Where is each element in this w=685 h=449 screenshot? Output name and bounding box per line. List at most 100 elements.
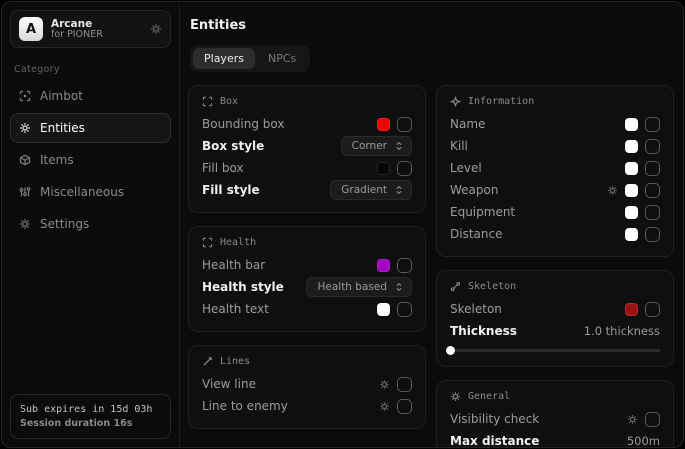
information-panel: Information Name Kill [436, 85, 674, 257]
sidebar-item-items[interactable]: Items [10, 145, 171, 175]
line-to-enemy-checkbox[interactable] [397, 399, 412, 414]
visibility-settings-icon[interactable] [627, 414, 638, 425]
health-text-checkbox[interactable] [397, 302, 412, 317]
line-to-enemy-settings-icon[interactable] [379, 401, 390, 412]
sidebar-item-aimbot[interactable]: Aimbot [10, 81, 171, 111]
brand-card: A Arcane for PIONER [10, 10, 171, 48]
skeleton-checkbox[interactable] [645, 302, 660, 317]
brand-gear-icon[interactable] [150, 23, 162, 35]
view-line-row: View line [202, 373, 412, 395]
skeleton-color-swatch[interactable] [625, 303, 638, 316]
fill-box-checkbox[interactable] [397, 161, 412, 176]
page-title: Entities [190, 18, 674, 33]
health-style-row: Health style Health based [202, 276, 412, 298]
bounding-box-row: Bounding box [202, 113, 412, 135]
thickness-row: Thickness 1.0 thickness [450, 320, 660, 342]
sun-icon [450, 391, 461, 402]
name-checkbox[interactable] [645, 117, 660, 132]
gear-icon [19, 218, 31, 230]
bounding-box-checkbox[interactable] [397, 117, 412, 132]
level-checkbox[interactable] [645, 161, 660, 176]
sidebar-item-label: Settings [40, 217, 89, 231]
sidebar: A Arcane for PIONER Category Aimbot [2, 2, 180, 447]
sparkle-icon [450, 96, 461, 107]
box-style-row: Box style Corner [202, 135, 412, 157]
category-label: Category [14, 64, 171, 75]
health-bar-color-swatch[interactable] [377, 259, 390, 272]
box-corners-icon [202, 96, 213, 107]
sidebar-item-miscellaneous[interactable]: Miscellaneous [10, 177, 171, 207]
kill-checkbox[interactable] [645, 139, 660, 154]
health-bar-row: Health bar [202, 254, 412, 276]
tab-npcs[interactable]: NPCs [257, 48, 307, 69]
thickness-value: 1.0 thickness [584, 324, 660, 338]
subscription-card: Sub expires in 15d 03h Session duration … [10, 394, 171, 439]
name-row: Name [450, 113, 660, 135]
health-bar-checkbox[interactable] [397, 258, 412, 273]
sidebar-item-label: Items [40, 153, 74, 167]
health-text-color-swatch[interactable] [377, 303, 390, 316]
health-style-dropdown[interactable]: Health based [306, 277, 412, 297]
sliders-icon [19, 186, 31, 198]
panel-title: Box [220, 96, 238, 107]
skeleton-panel: Skeleton Skeleton Thickness 1.0 thicknes… [436, 270, 674, 367]
general-panel: General Visibility check Max distance 50… [436, 380, 674, 447]
skeleton-row: Skeleton [450, 298, 660, 320]
dropdown-expand-icon [394, 185, 404, 195]
distance-row: Distance [450, 223, 660, 245]
name-color-swatch[interactable] [625, 118, 638, 131]
sidebar-item-label: Aimbot [40, 89, 83, 103]
app-name: Arcane [51, 18, 142, 30]
kill-color-swatch[interactable] [625, 140, 638, 153]
dropdown-expand-icon [394, 141, 404, 151]
panel-title: Information [468, 96, 534, 107]
bone-icon [450, 281, 461, 292]
bounding-box-color-swatch[interactable] [377, 118, 390, 131]
box-style-dropdown[interactable]: Corner [341, 136, 412, 156]
panel-title: General [468, 391, 510, 402]
sidebar-item-entities[interactable]: Entities [10, 113, 171, 143]
level-color-swatch[interactable] [625, 162, 638, 175]
level-row: Level [450, 157, 660, 179]
weapon-row: Weapon [450, 179, 660, 201]
dropdown-expand-icon [394, 282, 404, 292]
health-panel: Health Health bar Health style Health ba… [188, 226, 426, 332]
thickness-slider[interactable] [450, 346, 660, 355]
fill-box-color-swatch[interactable] [377, 162, 390, 175]
entities-icon [19, 122, 31, 134]
distance-checkbox[interactable] [645, 227, 660, 242]
weapon-settings-icon[interactable] [607, 185, 618, 196]
distance-color-swatch[interactable] [625, 228, 638, 241]
line-to-enemy-row: Line to enemy [202, 395, 412, 417]
kill-row: Kill [450, 135, 660, 157]
equipment-color-swatch[interactable] [625, 206, 638, 219]
sidebar-item-label: Entities [40, 121, 85, 135]
main-content: Entities Players NPCs Box Bounding box [180, 2, 683, 447]
health-text-row: Health text [202, 298, 412, 320]
equipment-checkbox[interactable] [645, 205, 660, 220]
view-line-checkbox[interactable] [397, 377, 412, 392]
app-logo: A [19, 17, 43, 41]
sidebar-item-settings[interactable]: Settings [10, 209, 171, 239]
sub-expiry-text: Sub expires in 15d 03h [20, 402, 161, 417]
panel-title: Skeleton [468, 281, 516, 292]
weapon-checkbox[interactable] [645, 183, 660, 198]
cube-icon [19, 154, 31, 166]
visibility-check-row: Visibility check [450, 408, 660, 430]
weapon-color-swatch[interactable] [625, 184, 638, 197]
health-corners-icon [202, 237, 213, 248]
app-subtitle: for PIONER [51, 30, 142, 41]
visibility-check-checkbox[interactable] [645, 412, 660, 427]
box-panel: Box Bounding box Box style Corner [188, 85, 426, 213]
thickness-slider-thumb[interactable] [446, 346, 455, 355]
max-distance-row: Max distance 500m [450, 430, 660, 447]
arcane-window: A Arcane for PIONER Category Aimbot [1, 1, 684, 448]
session-duration-text: Session duration 16s [20, 417, 161, 431]
max-distance-value: 500m [627, 434, 660, 447]
panel-title: Lines [220, 356, 250, 367]
sidebar-item-label: Miscellaneous [40, 185, 124, 199]
fill-style-dropdown[interactable]: Gradient [330, 180, 412, 200]
tab-players[interactable]: Players [193, 48, 255, 69]
view-line-settings-icon[interactable] [379, 379, 390, 390]
tab-bar: Players NPCs [190, 45, 310, 72]
